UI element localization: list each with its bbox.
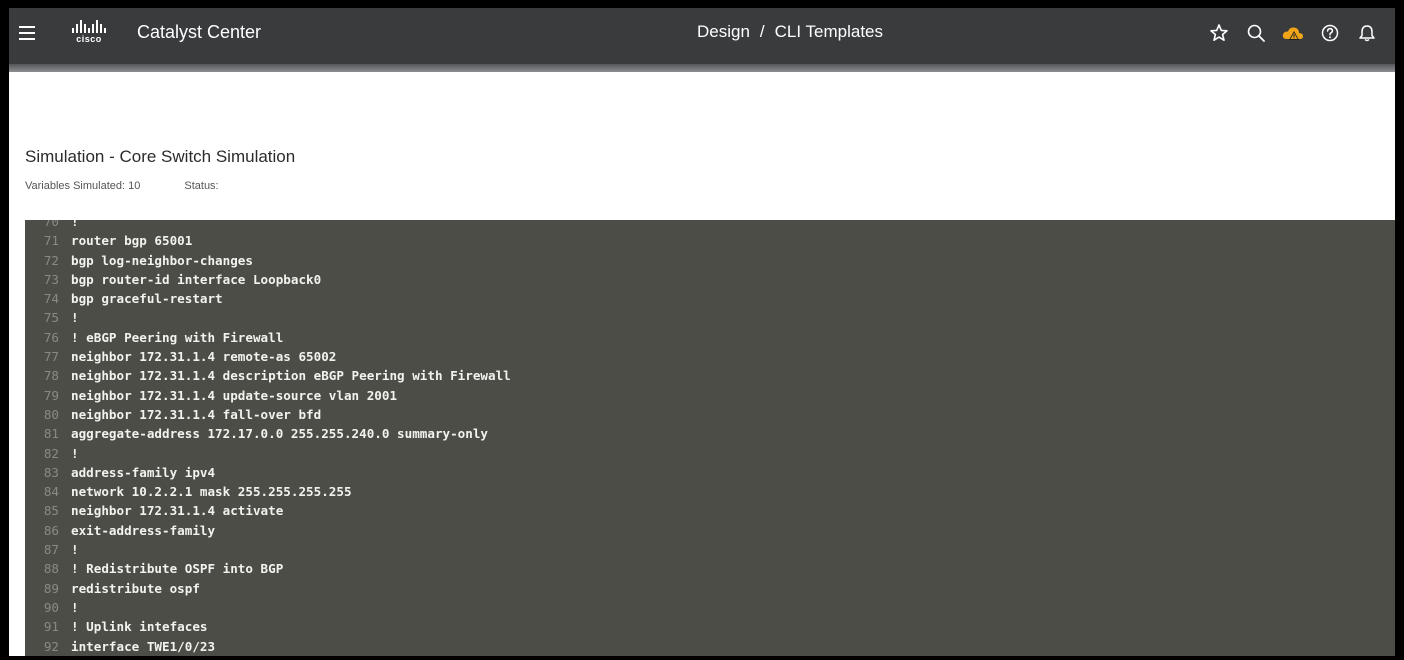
- code-text: bgp graceful-restart: [71, 291, 223, 307]
- line-number: 81: [43, 426, 59, 442]
- line-number: 79: [43, 387, 59, 403]
- code-text: ! eBGP Peering with Firewall: [71, 329, 284, 345]
- code-text: !: [71, 445, 79, 461]
- line-number: 87: [43, 542, 59, 558]
- code-text: !: [71, 599, 79, 615]
- page-title: Simulation - Core Switch Simulation: [25, 147, 296, 166]
- cloud-alert-icon[interactable]: [1281, 21, 1305, 45]
- code-text: neighbor 172.31.1.4 description eBGP Pee…: [71, 368, 511, 384]
- code-line: 92 interface TWE1/0/23: [25, 637, 1395, 656]
- breadcrumb: Design / CLI Templates: [697, 22, 883, 42]
- code-text: bgp router-id interface Loopback0: [71, 271, 322, 287]
- code-line: 82!: [25, 444, 1395, 463]
- code-line: 77 neighbor 172.31.1.4 remote-as 65002: [25, 347, 1395, 366]
- line-number: 76: [43, 329, 59, 345]
- code-line: 70!: [25, 220, 1395, 231]
- line-number: 71: [43, 233, 59, 249]
- simulation-meta: Variables Simulated: 10 Status:: [25, 180, 219, 192]
- code-line: 89 redistribute ospf: [25, 579, 1395, 598]
- code-text: network 10.2.2.1 mask 255.255.255.255: [71, 484, 352, 500]
- search-icon[interactable]: [1244, 21, 1268, 45]
- code-line: 78 neighbor 172.31.1.4 description eBGP P…: [25, 366, 1395, 385]
- line-number: 75: [43, 310, 59, 326]
- line-number: 84: [43, 484, 59, 500]
- code-line: 74 bgp graceful-restart: [25, 289, 1395, 308]
- code-line: 83 address-family ipv4: [25, 463, 1395, 482]
- code-text: redistribute ospf: [71, 580, 200, 596]
- code-line: 81 aggregate-address 172.17.0.0 255.255.2…: [25, 424, 1395, 443]
- code-text: neighbor 172.31.1.4 update-source vlan 2…: [71, 387, 398, 403]
- code-line: 88 ! Redistribute OSPF into BGP: [25, 559, 1395, 578]
- top-navigation-bar: cisco Catalyst Center Design / CLI Templat…: [9, 8, 1395, 64]
- code-line: 79 neighbor 172.31.1.4 update-source vlan…: [25, 386, 1395, 405]
- code-text: ! Redistribute OSPF into BGP: [71, 561, 284, 577]
- line-number: 80: [43, 406, 59, 422]
- help-icon[interactable]: [1318, 21, 1342, 45]
- code-text: !: [71, 310, 79, 326]
- code-text: address-family ipv4: [71, 464, 216, 480]
- code-text: neighbor 172.31.1.4 fall-over bfd: [71, 406, 322, 422]
- code-text: neighbor 172.31.1.4 activate: [71, 503, 284, 519]
- line-number: 83: [43, 464, 59, 480]
- code-line: 86 exit-address-family: [25, 521, 1395, 540]
- line-number: 70: [43, 220, 59, 229]
- bell-icon[interactable]: [1355, 21, 1379, 45]
- code-line: 75!: [25, 308, 1395, 327]
- line-number: 89: [43, 580, 59, 596]
- code-text: neighbor 172.31.1.4 remote-as 65002: [71, 349, 337, 365]
- line-number: 91: [43, 619, 59, 635]
- line-number: 86: [43, 522, 59, 538]
- code-line: 72 bgp log-neighbor-changes: [25, 251, 1395, 270]
- cisco-logo: cisco: [69, 20, 109, 50]
- variables-simulated-label: Variables Simulated: 10: [25, 180, 141, 192]
- code-text: router bgp 65001: [71, 233, 193, 249]
- code-line: 76 ! eBGP Peering with Firewall: [25, 328, 1395, 347]
- code-text: exit-address-family: [71, 522, 216, 538]
- line-number: 72: [43, 252, 59, 268]
- breadcrumb-cli-templates: CLI Templates: [774, 22, 884, 41]
- code-line: 87!: [25, 540, 1395, 559]
- code-line: 73 bgp router-id interface Loopback0: [25, 270, 1395, 289]
- code-line: 71 router bgp 65001: [25, 231, 1395, 250]
- line-number: 90: [43, 599, 59, 615]
- line-number: 88: [43, 561, 59, 577]
- line-number: 92: [43, 638, 59, 654]
- code-line: 90!: [25, 598, 1395, 617]
- code-text: bgp log-neighbor-changes: [71, 252, 253, 268]
- cisco-logo-text: cisco: [76, 34, 102, 44]
- breadcrumb-separator: /: [759, 22, 765, 41]
- line-number: 77: [43, 349, 59, 365]
- code-line: 84 network 10.2.2.1 mask 255.255.255.255: [25, 482, 1395, 501]
- status-label: Status:: [184, 180, 219, 192]
- breadcrumb-design[interactable]: Design: [697, 22, 750, 41]
- header-divider: [9, 64, 1395, 72]
- code-line: 91 ! Uplink intefaces: [25, 617, 1395, 636]
- app-window: cisco Catalyst Center Design / CLI Templat…: [9, 8, 1395, 656]
- star-icon[interactable]: [1207, 21, 1231, 45]
- line-number: 82: [43, 445, 59, 461]
- code-text: interface TWE1/0/23: [71, 638, 216, 654]
- code-text: !: [71, 220, 79, 229]
- app-title[interactable]: Catalyst Center: [137, 22, 261, 43]
- line-number: 78: [43, 368, 59, 384]
- code-line: 85 neighbor 172.31.1.4 activate: [25, 501, 1395, 520]
- line-number: 74: [43, 291, 59, 307]
- line-number: 85: [43, 503, 59, 519]
- code-line: 80 neighbor 172.31.1.4 fall-over bfd: [25, 405, 1395, 424]
- code-text: !: [71, 542, 79, 558]
- line-number: 73: [43, 271, 59, 287]
- code-text: aggregate-address 172.17.0.0 255.255.240…: [71, 426, 489, 442]
- code-text: ! Uplink intefaces: [71, 619, 208, 635]
- menu-icon[interactable]: [19, 26, 35, 40]
- header-actions: [1207, 21, 1379, 45]
- cli-output-panel[interactable]: 70! 71 router bgp 65001 72 bgp log-neighbor-…: [25, 220, 1395, 656]
